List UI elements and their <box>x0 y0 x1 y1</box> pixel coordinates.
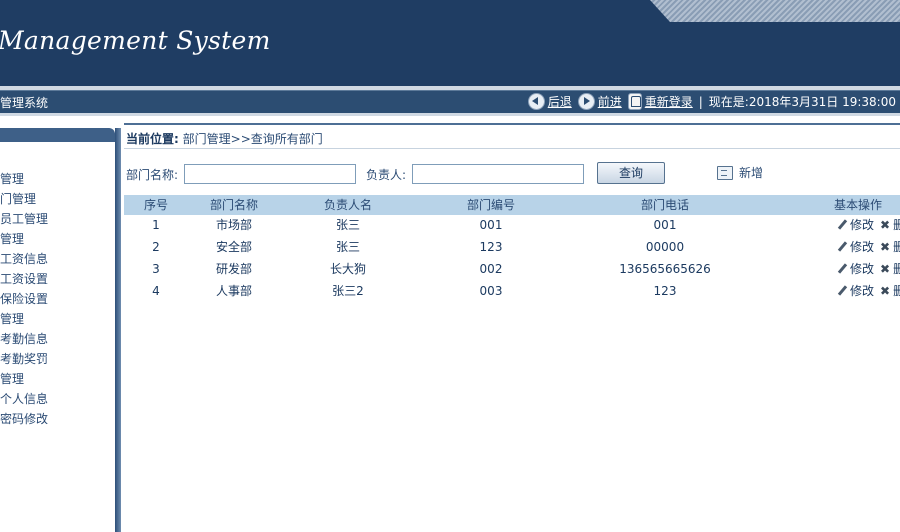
cell-dept-code: 123 <box>479 240 503 254</box>
cell-head-name: 张三 <box>335 240 360 254</box>
delete-button[interactable]: ✖ 删 <box>880 281 900 301</box>
pencil-icon <box>837 264 847 274</box>
dept-name-input[interactable] <box>184 164 357 184</box>
forward-link[interactable]: 前进 <box>598 93 622 110</box>
table-row: 4 人事部 张三2 003 123 修改 ✖ 删 <box>124 281 900 303</box>
current-datetime: 现在是:2018年3月31日 19:38:00 <box>708 95 896 109</box>
sidebar-item-salary-info[interactable]: 工资信息 <box>0 249 48 269</box>
back-link[interactable]: 后退 <box>548 93 572 110</box>
row-actions: 修改 ✖ 删 <box>837 281 900 301</box>
cell-no: 2 <box>152 240 160 254</box>
sidebar-item-personal-info[interactable]: 个人信息 <box>0 389 48 409</box>
back-icon[interactable] <box>527 93 545 110</box>
sidebar-item-management-1[interactable]: 管理 <box>0 169 48 189</box>
sidebar-item-management-3[interactable]: 管理 <box>0 309 48 329</box>
cell-dept-phone: 123 <box>653 284 677 298</box>
top-nav-bar: 管理系统 后退 前进 重新登录 | 现在是:2018年3月31日 19:38:0… <box>0 86 900 116</box>
sidebar-item-department[interactable]: 门管理 <box>0 189 48 209</box>
header-actions: 基本操作 <box>834 198 883 212</box>
delete-icon: ✖ <box>880 218 891 232</box>
forward-icon[interactable] <box>577 93 595 110</box>
edit-button[interactable]: 修改 <box>837 237 874 257</box>
row-actions: 修改 ✖ 删 <box>837 237 900 257</box>
pencil-icon <box>837 220 847 230</box>
table-header: 序号 部门名称 负责人名 部门编号 部门电话 基本操作 <box>124 195 900 215</box>
cell-dept-phone: 00000 <box>645 240 685 254</box>
cell-dept-name: 研发部 <box>215 262 252 276</box>
dept-name-label: 部门名称: <box>126 167 179 182</box>
cell-dept-code: 003 <box>479 284 503 298</box>
relogin-link[interactable]: 重新登录 <box>645 93 693 110</box>
sidebar-item-attendance-info[interactable]: 考勤信息 <box>0 329 48 349</box>
header-no: 序号 <box>143 198 168 212</box>
cell-dept-name: 人事部 <box>215 284 252 298</box>
sidebar-item-management-4[interactable]: 管理 <box>0 369 48 389</box>
edit-button[interactable]: 修改 <box>837 215 874 235</box>
add-button[interactable]: 新增 <box>717 164 763 181</box>
cell-no: 4 <box>152 284 160 298</box>
sidebar-item-insurance-settings[interactable]: 保险设置 <box>0 289 48 309</box>
cell-no: 3 <box>152 262 160 276</box>
pencil-icon <box>837 286 847 296</box>
delete-icon: ✖ <box>880 284 891 298</box>
cell-no: 1 <box>152 218 160 232</box>
cell-dept-phone: 136565665626 <box>619 262 711 276</box>
delete-button[interactable]: ✖ 删 <box>880 215 900 235</box>
cell-dept-code: 002 <box>479 262 503 276</box>
row-actions: 修改 ✖ 删 <box>837 215 900 235</box>
cell-dept-phone: 001 <box>653 218 677 232</box>
sidebar-border <box>115 128 121 532</box>
cell-dept-code: 001 <box>479 218 503 232</box>
header-head-name: 负责人名 <box>323 198 372 212</box>
header-decoration <box>650 0 900 22</box>
sidebar: 管理 门管理 员工管理 管理 工资信息 工资设置 保险设置 管理 考勤信息 考勤… <box>0 116 121 532</box>
delete-button[interactable]: ✖ 删 <box>880 259 900 279</box>
breadcrumb: 当前位置: 部门管理>>查询所有部门 <box>126 130 323 147</box>
delete-icon: ✖ <box>880 262 891 276</box>
sidebar-item-password-change[interactable]: 密码修改 <box>0 409 48 429</box>
add-icon <box>717 165 733 180</box>
app-header: Management System <box>0 0 900 86</box>
breadcrumb-path: 部门管理>>查询所有部门 <box>182 132 323 146</box>
query-button[interactable]: 查询 <box>597 162 665 184</box>
header-dept-name: 部门名称 <box>209 198 258 212</box>
sidebar-header <box>0 128 115 142</box>
pencil-icon <box>837 242 847 252</box>
header-dept-phone: 部门电话 <box>640 198 689 212</box>
sidebar-item-salary-settings[interactable]: 工资设置 <box>0 269 48 289</box>
delete-icon: ✖ <box>880 240 891 254</box>
sidebar-menu: 管理 门管理 员工管理 管理 工资信息 工资设置 保险设置 管理 考勤信息 考勤… <box>0 169 48 429</box>
head-label: 负责人: <box>366 167 407 182</box>
edit-button[interactable]: 修改 <box>837 281 874 301</box>
edit-button[interactable]: 修改 <box>837 259 874 279</box>
main-content: 当前位置: 部门管理>>查询所有部门 部门名称: 负责人: 查询 新增 序号 部… <box>124 116 900 532</box>
cell-head-name: 长大狗 <box>329 262 366 276</box>
search-form: 部门名称: 负责人: <box>126 162 585 186</box>
table-row: 2 安全部 张三 123 00000 修改 ✖ 删 <box>124 237 900 259</box>
cell-head-name: 张三 <box>335 218 360 232</box>
top-links: 后退 前进 重新登录 | 现在是:2018年3月31日 19:38:00 <box>522 93 896 110</box>
sidebar-item-employee[interactable]: 员工管理 <box>0 209 48 229</box>
table-row: 1 市场部 张三 001 001 修改 ✖ 删 <box>124 215 900 237</box>
app-title: Management System <box>0 26 271 55</box>
lock-icon[interactable] <box>627 93 642 110</box>
separator: | <box>698 94 703 109</box>
table-row: 3 研发部 长大狗 002 136565665626 修改 ✖ 删 <box>124 259 900 281</box>
head-input[interactable] <box>412 164 585 184</box>
breadcrumb-prefix: 当前位置: <box>126 132 179 146</box>
sidebar-item-management-2[interactable]: 管理 <box>0 229 48 249</box>
department-table: 序号 部门名称 负责人名 部门编号 部门电话 基本操作 1 市场部 张三 001… <box>124 195 900 303</box>
cell-dept-name: 市场部 <box>215 218 252 232</box>
add-label: 新增 <box>739 166 764 180</box>
cell-dept-name: 安全部 <box>215 240 252 254</box>
system-name: 管理系统 <box>0 96 49 110</box>
sidebar-item-attendance-rewards[interactable]: 考勤奖罚 <box>0 349 48 369</box>
delete-button[interactable]: ✖ 删 <box>880 237 900 257</box>
cell-head-name: 张三2 <box>332 284 364 298</box>
row-actions: 修改 ✖ 删 <box>837 259 900 279</box>
header-dept-code: 部门编号 <box>466 198 515 212</box>
